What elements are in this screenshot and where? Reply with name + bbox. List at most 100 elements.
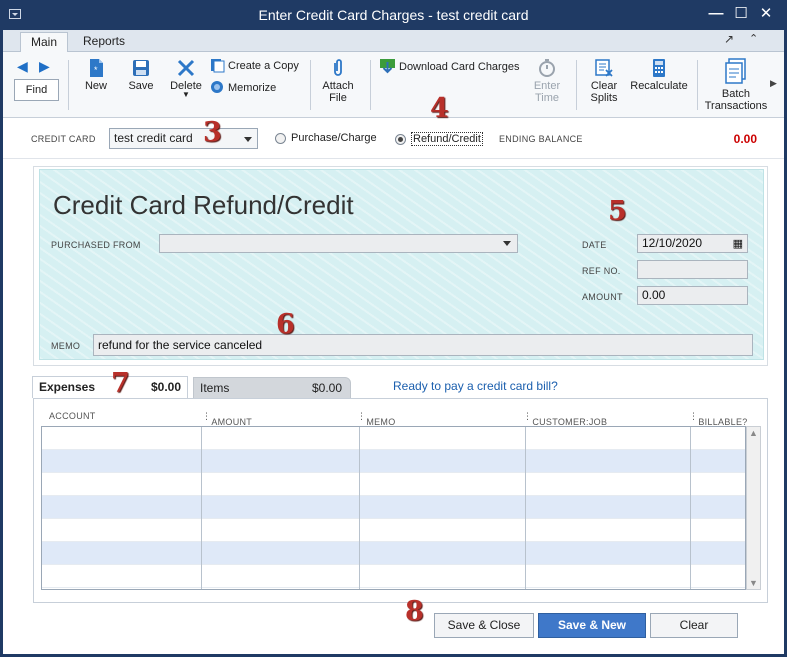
- divider: [68, 60, 69, 110]
- clear-splits-button[interactable]: Clear Splits: [586, 58, 622, 104]
- paperclip-icon: [334, 59, 342, 76]
- expenses-tab-label: Expenses: [39, 380, 96, 394]
- delete-button[interactable]: Delete ▼: [168, 58, 204, 99]
- tab-expenses[interactable]: Expenses $0.00: [32, 376, 188, 398]
- chevron-down-icon: [244, 137, 252, 142]
- batch-line2: Transactions: [704, 100, 768, 112]
- window: Enter Credit Card Charges - test credit …: [0, 0, 787, 657]
- date-value: 12/10/2020: [642, 236, 703, 250]
- floppy-disk-icon: [133, 60, 149, 76]
- new-document-icon: *: [90, 59, 103, 77]
- table-row[interactable]: [42, 542, 745, 565]
- column-header-billable[interactable]: ⋮ BILLABLE?: [689, 411, 747, 427]
- clear-button[interactable]: Clear: [650, 613, 738, 638]
- maximize-icon[interactable]: ☐: [732, 5, 750, 23]
- pay-credit-card-bill-link[interactable]: Ready to pay a credit card bill?: [393, 379, 558, 393]
- save-button[interactable]: Save: [125, 58, 157, 92]
- close-icon[interactable]: ✕: [757, 5, 775, 23]
- tab-items[interactable]: Items $0.00: [193, 377, 351, 399]
- collapse-ribbon-icon[interactable]: ⌃: [749, 32, 758, 45]
- grid-scrollbar[interactable]: ▲ ▼: [746, 426, 761, 590]
- tab-reports[interactable]: Reports: [73, 32, 135, 52]
- amount-label: AMOUNT: [582, 292, 623, 302]
- download-card-charges-button[interactable]: Download Card Charges: [379, 58, 519, 75]
- attach-label-line2: File: [329, 92, 347, 104]
- date-field[interactable]: 12/10/2020 ▦: [637, 234, 748, 253]
- dropdown-arrow-icon: ▼: [182, 90, 190, 99]
- new-button[interactable]: * New: [81, 58, 111, 92]
- column-divider: [690, 427, 691, 589]
- create-copy-label: Create a Copy: [228, 59, 299, 72]
- tab-main[interactable]: Main: [20, 32, 69, 52]
- column-header-memo[interactable]: ⋮ MEMO: [357, 411, 395, 427]
- table-row[interactable]: [42, 519, 745, 542]
- date-label: DATE: [582, 240, 607, 250]
- scroll-up-icon[interactable]: ▲: [749, 428, 758, 438]
- ref-no-field[interactable]: [637, 260, 748, 279]
- memo-label: MEMO: [51, 341, 81, 351]
- expenses-grid[interactable]: [41, 426, 746, 590]
- purchased-from-select[interactable]: [159, 234, 518, 253]
- memorize-icon: [211, 81, 223, 93]
- radio-circle: [275, 132, 286, 144]
- annotation-5: 5: [608, 196, 627, 227]
- annotation-7: 7: [111, 368, 130, 399]
- table-row[interactable]: [42, 473, 745, 496]
- ending-balance-label: ENDING BALANCE: [499, 134, 583, 144]
- clear-splits-icon: [595, 59, 613, 77]
- divider: [576, 60, 577, 110]
- radio-refund-credit[interactable]: Refund/Credit: [395, 132, 483, 146]
- delete-x-icon: [177, 59, 195, 77]
- batch-line1: Batch: [721, 88, 751, 100]
- enter-time-button[interactable]: Enter Time: [530, 58, 564, 104]
- annotation-8: 8: [405, 596, 424, 627]
- scroll-down-icon[interactable]: ▼: [749, 578, 758, 588]
- amount-field[interactable]: 0.00: [637, 286, 748, 305]
- minimize-icon[interactable]: —: [707, 5, 725, 23]
- save-close-button[interactable]: Save & Close: [434, 613, 534, 638]
- clear-splits-line2: Splits: [590, 92, 618, 104]
- credit-card-label: CREDIT CARD: [31, 134, 96, 144]
- toolbar-overflow-icon[interactable]: ▶: [770, 78, 777, 89]
- calendar-icon[interactable]: ▦: [733, 236, 743, 253]
- radio-purchase-charge[interactable]: Purchase/Charge: [275, 132, 377, 144]
- create-copy-button[interactable]: Create a Copy: [210, 58, 299, 73]
- radio-purchase-label: Purchase/Charge: [291, 132, 377, 144]
- column-header-amount[interactable]: ⋮ AMOUNT: [202, 411, 252, 427]
- header-band: CREDIT CARD test credit card Purchase/Ch…: [3, 119, 784, 159]
- ending-balance-value: 0.00: [733, 132, 757, 146]
- window-title: Enter Credit Card Charges - test credit …: [258, 7, 529, 23]
- ribbon-tabs: Main Reports ↗ ⌃: [3, 30, 784, 52]
- save-new-button[interactable]: Save & New: [538, 613, 646, 638]
- form-panel: Credit Card Refund/Credit PURCHASED FROM…: [39, 169, 764, 360]
- batch-transactions-button[interactable]: Batch Transactions: [704, 58, 768, 112]
- batch-transactions-icon: [725, 58, 746, 84]
- next-arrow-icon[interactable]: ▶: [39, 58, 50, 75]
- memorize-button[interactable]: Memorize: [210, 80, 276, 95]
- column-divider: [359, 427, 360, 589]
- prev-arrow-icon[interactable]: ◀: [17, 58, 28, 75]
- memo-field[interactable]: refund for the service canceled: [93, 334, 753, 356]
- save-label: Save: [128, 80, 154, 92]
- form-title: Credit Card Refund/Credit: [53, 190, 354, 220]
- annotation-4: 4: [430, 93, 449, 124]
- column-divider: [201, 427, 202, 589]
- download-icon: [380, 59, 395, 74]
- column-header-customer-job[interactable]: ⋮ CUSTOMER:JOB: [523, 411, 607, 427]
- table-row[interactable]: [42, 427, 745, 450]
- table-row[interactable]: [42, 565, 745, 588]
- table-row[interactable]: [42, 450, 745, 473]
- radio-refund-label: Refund/Credit: [411, 132, 483, 146]
- column-header-account[interactable]: ACCOUNT: [49, 411, 96, 421]
- divider: [370, 60, 371, 110]
- find-button[interactable]: Find: [14, 79, 59, 101]
- title-bar: Enter Credit Card Charges - test credit …: [0, 0, 787, 30]
- new-label: New: [84, 80, 107, 92]
- divider: [310, 60, 311, 110]
- expand-icon[interactable]: ↗: [724, 32, 734, 46]
- recalculate-button[interactable]: Recalculate: [627, 58, 691, 92]
- credit-card-select[interactable]: test credit card: [109, 128, 258, 149]
- calculator-icon: [653, 59, 665, 77]
- attach-file-button[interactable]: Attach File: [318, 58, 358, 104]
- table-row[interactable]: [42, 496, 745, 519]
